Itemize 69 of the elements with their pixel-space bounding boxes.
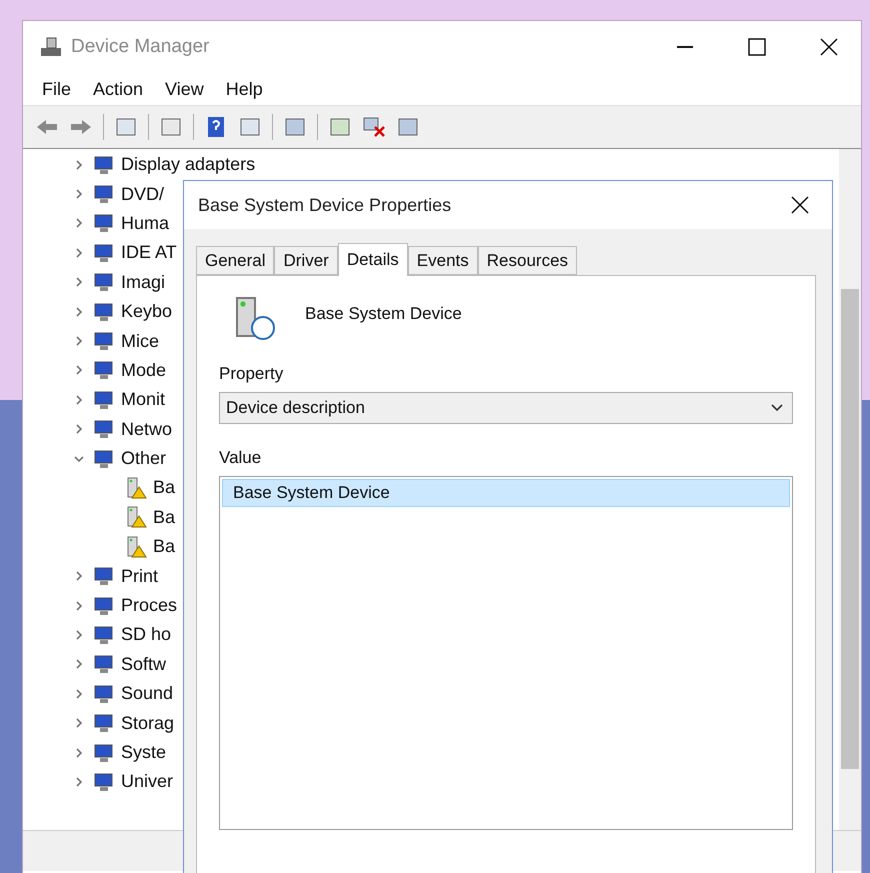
- tree-item[interactable]: Mice: [121, 330, 160, 352]
- device-icon: [93, 682, 115, 705]
- device-icon: [93, 271, 115, 294]
- tree-item[interactable]: Softw: [121, 654, 166, 675]
- menu-item[interactable]: View: [156, 78, 213, 100]
- close-icon: [820, 38, 838, 56]
- warning-device-icon: [125, 476, 147, 499]
- tree-item[interactable]: Imagi: [121, 272, 166, 293]
- tree-item[interactable]: Sound: [121, 683, 174, 704]
- device-icon: [93, 388, 115, 411]
- scrollbar[interactable]: [839, 149, 861, 830]
- device-icon: [93, 330, 115, 352]
- device-icon: [93, 742, 115, 764]
- maximize-icon: [748, 38, 766, 56]
- warning-device-icon: [125, 536, 147, 558]
- tree-item[interactable]: Huma: [121, 212, 170, 234]
- tree-item[interactable]: Other: [121, 448, 166, 470]
- forward-arrow-icon: [69, 118, 93, 136]
- device-icon: [93, 300, 115, 323]
- field-label: Property: [219, 364, 284, 384]
- window-title: Device Manager: [71, 36, 210, 58]
- back-arrow-icon: [35, 118, 59, 136]
- tree-item[interactable]: IDE AT: [121, 242, 177, 264]
- device-icon: [93, 359, 115, 382]
- tree-item[interactable]: Netwo: [121, 418, 172, 440]
- device-icon: [93, 154, 115, 176]
- device-icon: [93, 183, 115, 206]
- tree-item[interactable]: Ba: [153, 506, 176, 528]
- device-icon: [93, 594, 115, 617]
- tab[interactable]: Details: [338, 243, 408, 276]
- close-icon: [791, 196, 809, 214]
- tree-item[interactable]: Print: [121, 566, 158, 587]
- device-icon: [93, 565, 115, 588]
- tree-item[interactable]: Keybo: [121, 301, 172, 322]
- tree-item[interactable]: Display adapters: [121, 154, 256, 176]
- tree-item[interactable]: Mode: [121, 360, 166, 381]
- device-icon: [93, 770, 115, 793]
- device-icon: [93, 212, 115, 234]
- tree-item[interactable]: Storag: [121, 712, 174, 734]
- property-dropdown[interactable]: Device description: [219, 392, 793, 424]
- device-icon: [93, 448, 115, 470]
- chevron-down-icon: [770, 403, 784, 413]
- menu-item[interactable]: Action: [84, 78, 152, 100]
- tab[interactable]: Driver: [274, 246, 338, 275]
- dialog-title: Base System Device Properties: [198, 194, 452, 216]
- tree-item[interactable]: Proces: [121, 595, 178, 616]
- minimize-icon: [677, 46, 693, 48]
- tree-item[interactable]: SD ho: [121, 624, 172, 646]
- device-icon: [93, 653, 115, 676]
- device-icon: [93, 418, 115, 440]
- device-icon: [93, 242, 115, 264]
- warning-device-icon: [125, 506, 147, 528]
- tree-item[interactable]: Syste: [121, 742, 166, 763]
- device-icon: [93, 624, 115, 646]
- tree-item[interactable]: Monit: [121, 389, 166, 410]
- tab[interactable]: Events: [408, 246, 478, 275]
- device-icon: [93, 712, 115, 734]
- menu-item[interactable]: Help: [216, 78, 272, 100]
- tree-item[interactable]: DVD/: [121, 184, 164, 205]
- tab[interactable]: General: [196, 246, 274, 275]
- app-icon: [39, 36, 63, 58]
- tree-item[interactable]: Ba: [153, 477, 176, 498]
- tree-item[interactable]: Univer: [121, 771, 174, 792]
- tree-item[interactable]: Ba: [153, 536, 176, 558]
- field-label: Value: [219, 448, 262, 468]
- tab[interactable]: Resources: [478, 246, 578, 275]
- device-name: Base System Device: [305, 304, 462, 324]
- list-item[interactable]: Base System Device: [222, 479, 790, 507]
- menu-item[interactable]: File: [33, 78, 80, 100]
